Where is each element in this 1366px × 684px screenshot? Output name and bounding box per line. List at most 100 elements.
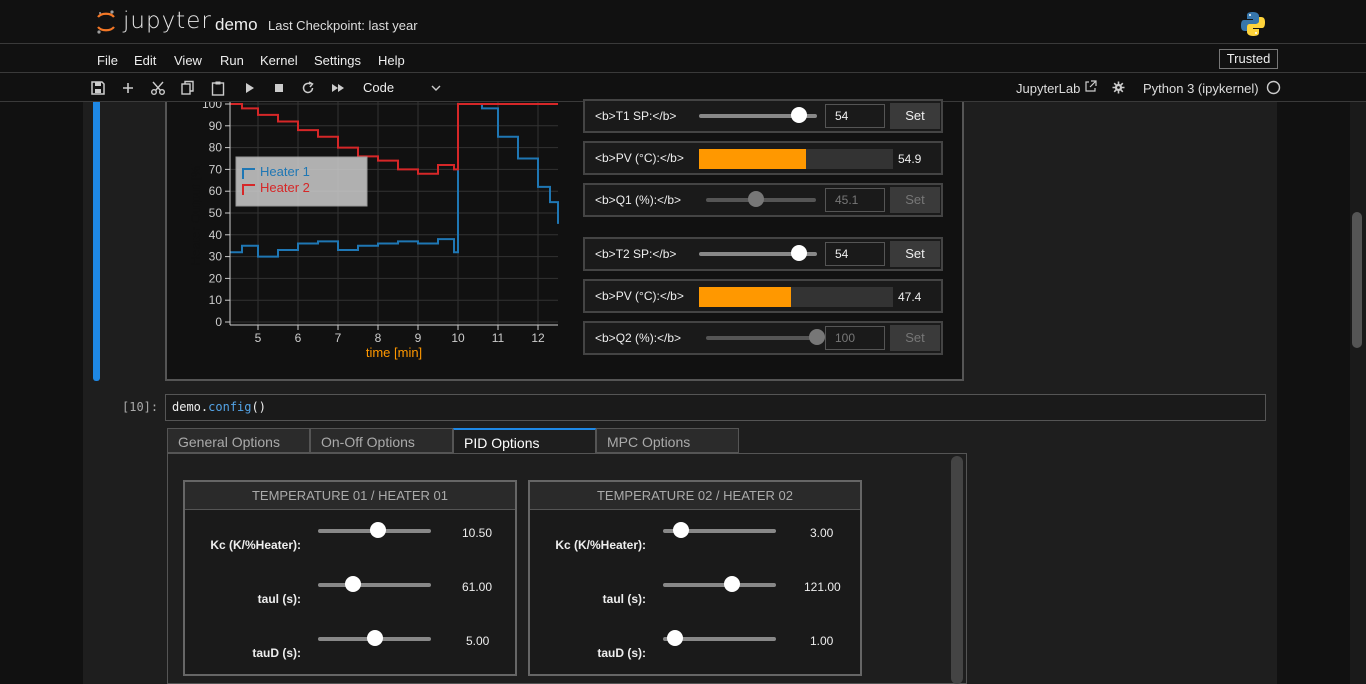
restart-icon[interactable]	[300, 80, 316, 96]
trusted-indicator[interactable]: Trusted	[1219, 49, 1278, 69]
y-tick-label: 20	[209, 271, 223, 285]
pv1-progress-fill	[699, 149, 806, 169]
run-icon[interactable]	[242, 80, 258, 96]
menubar: File Edit View Run Kernel Settings Help …	[0, 45, 1366, 73]
python-logo-icon	[1241, 12, 1265, 36]
q1-input: 45.1	[825, 188, 885, 212]
group-heater-02: TEMPERATURE 02 / HEATER 02 Kc (K/%Heater…	[528, 480, 862, 676]
notebook-content: 5 6 7 8 9 10 11 12 0 10 20 30 40 50 60 70 80 90 100 time […	[0, 99, 1366, 684]
g2-kc-value[interactable]: 3.00	[810, 526, 833, 540]
q1-label: <b>Q1 (%):</b>	[595, 193, 682, 207]
fast-forward-icon[interactable]	[330, 80, 346, 96]
g1-taui-knob[interactable]	[345, 576, 361, 592]
cell-prompt: [10]:	[122, 400, 159, 414]
g1-kc-value[interactable]: 10.50	[462, 526, 492, 540]
notebook-toolbar: Code JupyterLab Python 3 (ipykernel)	[0, 74, 1366, 102]
menu-help[interactable]: Help	[378, 53, 405, 68]
group-heater-01-title: TEMPERATURE 01 / HEATER 01	[185, 482, 515, 510]
paste-icon[interactable]	[210, 80, 226, 96]
t1-setpoint-knob[interactable]	[791, 107, 807, 123]
panel-scrollbar[interactable]	[951, 456, 963, 684]
g2-taud-label: tauD (s):	[597, 646, 646, 660]
g1-taud-value[interactable]: 5.00	[466, 634, 489, 648]
external-link-icon[interactable]	[1084, 80, 1097, 93]
t1-setpoint-input[interactable]: 54	[825, 104, 885, 128]
chart-xlabel: time [min]	[366, 345, 422, 360]
jupyter-logo-text: jupyter	[123, 8, 212, 34]
jupyterlab-link[interactable]: JupyterLab	[1016, 81, 1080, 96]
x-tick-label: 5	[255, 331, 262, 345]
notebook-scrollbar[interactable]	[1350, 102, 1366, 684]
g1-taud-label: tauD (s):	[252, 646, 301, 660]
code-attribute: config	[208, 400, 252, 414]
stop-icon[interactable]	[271, 80, 287, 96]
last-checkpoint: Last Checkpoint: last year	[268, 18, 418, 33]
q2-input: 100	[825, 326, 885, 350]
g2-kc-knob[interactable]	[673, 522, 689, 538]
x-tick-label: 10	[451, 331, 465, 345]
gear-icon[interactable]	[1112, 81, 1125, 94]
tab-mpc-options[interactable]: MPC Options	[596, 428, 739, 453]
y-tick-label: 40	[209, 228, 223, 242]
g1-taui-slider[interactable]	[318, 583, 431, 587]
menu-edit[interactable]: Edit	[134, 53, 156, 68]
g1-kc-knob[interactable]	[370, 522, 386, 538]
g2-taud-knob[interactable]	[667, 630, 683, 646]
cell-type-select[interactable]: Code	[363, 80, 394, 95]
menu-view[interactable]: View	[174, 53, 202, 68]
group-heater-01: TEMPERATURE 01 / HEATER 01 Kc (K/%Heater…	[183, 480, 517, 676]
g2-taud-value[interactable]: 1.00	[810, 634, 833, 648]
g1-taui-label: taul (s):	[257, 592, 301, 606]
copy-icon[interactable]	[180, 80, 196, 96]
t1-set-button[interactable]: Set	[890, 103, 940, 129]
menu-run[interactable]: Run	[220, 53, 244, 68]
cut-icon[interactable]	[150, 80, 166, 96]
jupyter-notebook-window: jupyter demo Last Checkpoint: last year …	[0, 0, 1366, 684]
pv1-value: 54.9	[898, 152, 922, 166]
pv2-label: <b>PV (°C):</b>	[595, 289, 684, 303]
code-editor[interactable]: demo.config()	[165, 394, 1266, 421]
pv1-progress-bar	[699, 149, 893, 169]
menu-file[interactable]: File	[97, 53, 118, 68]
notebook-scroll-thumb[interactable]	[1352, 212, 1362, 348]
active-cell-indicator[interactable]	[93, 102, 100, 381]
legend-label-heater-1: Heater 1	[260, 164, 310, 179]
chevron-down-icon[interactable]	[431, 84, 441, 92]
q2-row: <b>Q2 (%):</b> 100 Set	[583, 321, 943, 355]
code-object: demo	[172, 400, 201, 414]
x-tick-label: 11	[492, 331, 505, 345]
g1-taui-value[interactable]: 61.00	[462, 580, 492, 594]
g2-kc-label: Kc (K/%Heater):	[555, 538, 646, 552]
x-tick-label: 8	[375, 331, 382, 345]
g2-taui-value[interactable]: 121.00	[804, 580, 841, 594]
y-tick-label: 100	[202, 102, 222, 111]
kernel-idle-icon	[1266, 80, 1281, 95]
y-tick-label: 60	[209, 184, 223, 198]
jupyter-logo-icon[interactable]	[95, 9, 117, 35]
q2-label: <b>Q2 (%):</b>	[595, 331, 682, 345]
pv2-value: 47.4	[898, 290, 922, 304]
tab-on-off-options[interactable]: On-Off Options	[310, 428, 453, 453]
g1-kc-label: Kc (K/%Heater):	[210, 538, 301, 552]
menu-kernel[interactable]: Kernel	[260, 53, 298, 68]
g2-taui-slider[interactable]	[663, 583, 776, 587]
g1-taud-knob[interactable]	[367, 630, 383, 646]
pv2-progress-bar	[699, 287, 893, 307]
t2-setpoint-input[interactable]: 54	[825, 242, 885, 266]
g2-taui-knob[interactable]	[724, 576, 740, 592]
notebook-name[interactable]: demo	[215, 15, 258, 35]
t2-set-button[interactable]: Set	[890, 241, 940, 267]
pv2-progress-fill	[699, 287, 791, 307]
save-icon[interactable]	[90, 80, 106, 96]
x-tick-label: 12	[531, 331, 545, 345]
add-cell-icon[interactable]	[120, 80, 136, 96]
t2-setpoint-knob[interactable]	[791, 245, 807, 261]
y-tick-label: 50	[209, 206, 223, 220]
tab-pid-options[interactable]: PID Options	[453, 428, 596, 453]
g2-taui-label: taul (s):	[602, 592, 646, 606]
menu-settings[interactable]: Settings	[314, 53, 361, 68]
kernel-name[interactable]: Python 3 (ipykernel)	[1143, 81, 1259, 96]
tab-general-options[interactable]: General Options	[167, 428, 310, 453]
legend-label-heater-2: Heater 2	[260, 180, 310, 195]
x-tick-label: 6	[295, 331, 302, 345]
